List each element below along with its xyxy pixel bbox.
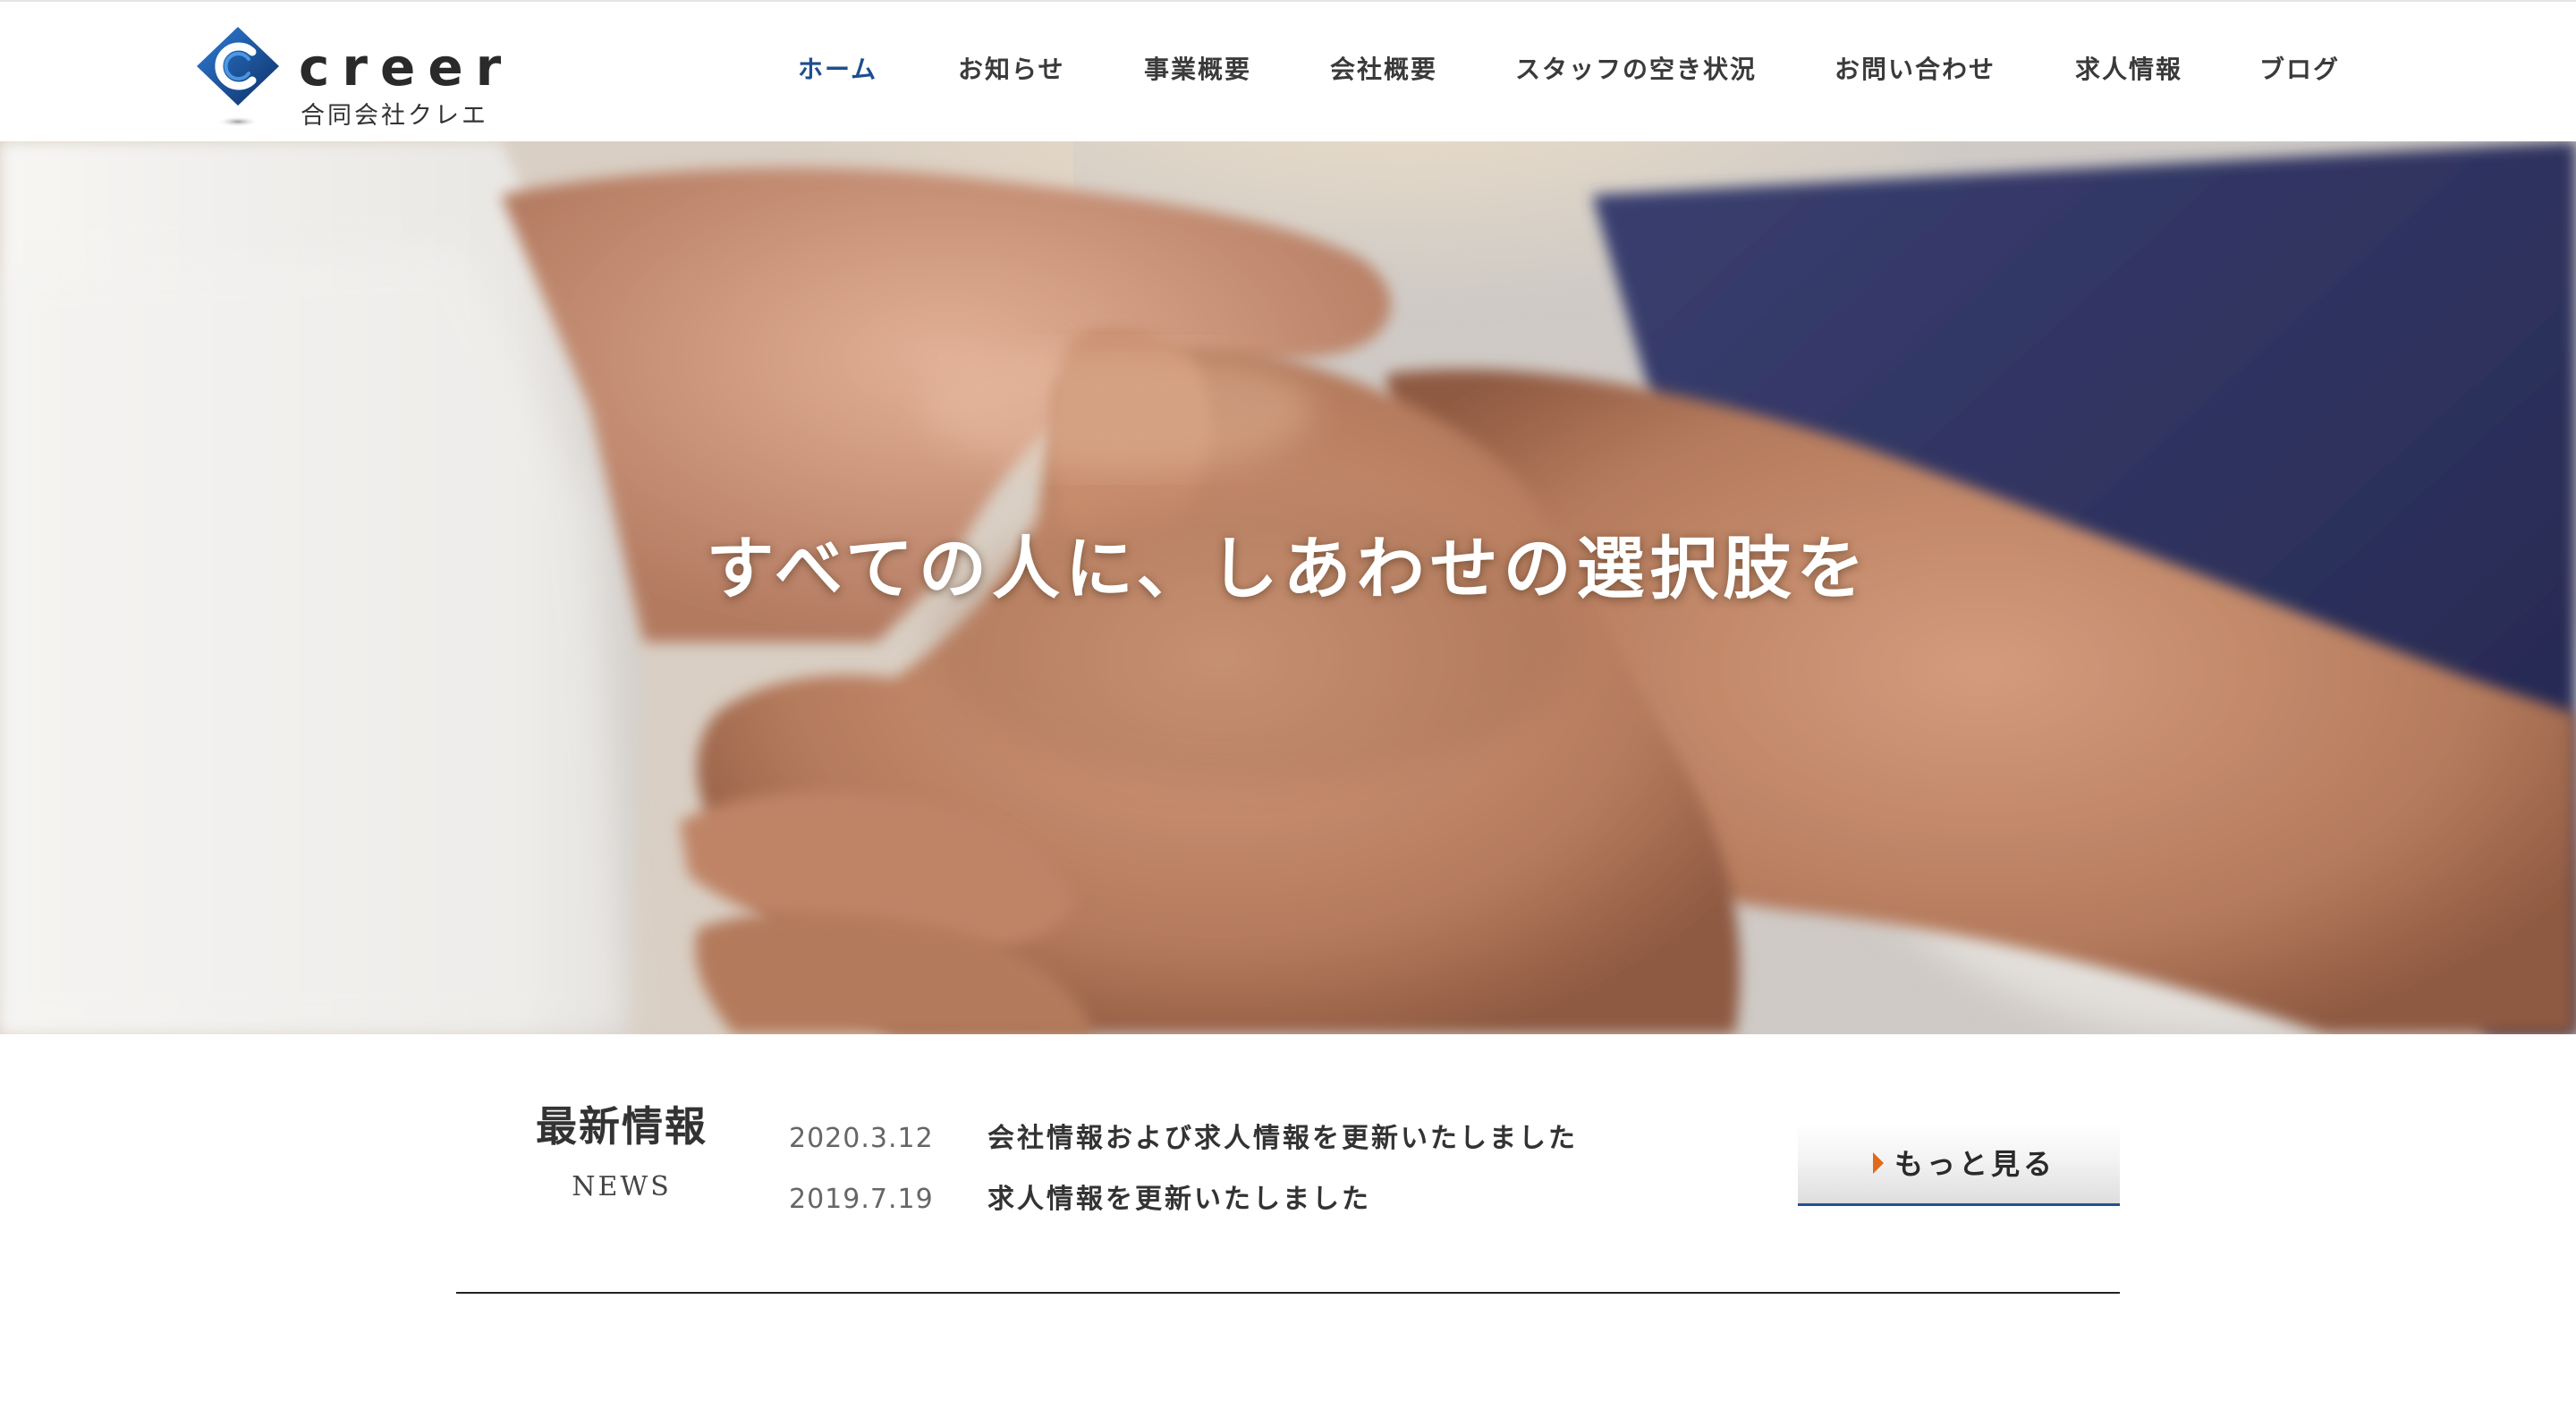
nav-item-home[interactable]: ホーム (798, 57, 877, 82)
nav-item-contact[interactable]: お問い合わせ (1835, 57, 1996, 82)
nav-item-recruit[interactable]: 求人情報 (2075, 57, 2182, 82)
more-news-label: もっと見る (1894, 1147, 2056, 1181)
nav-item-blog[interactable]: ブログ (2259, 57, 2340, 82)
logo-company-name: 合同会社クレエ (301, 102, 488, 130)
news-date: 2019.7.19 (789, 1184, 934, 1215)
news-subheading: NEWS (572, 1171, 672, 1202)
site-logo[interactable]: creer 合同会社クレエ (195, 25, 501, 132)
site-header: creer 合同会社クレエ ホーム お知らせ 事業概要 会社概要 スタッフの空き… (0, 0, 2576, 141)
hero-tagline: すべての人に、しあわせの選択肢を (706, 529, 1870, 608)
hero-banner: すべての人に、しあわせの選択肢を (0, 141, 2576, 1034)
news-title-link[interactable]: 求人情報を更新いたしました (987, 1186, 1371, 1213)
triangle-right-icon (1873, 1152, 1884, 1174)
news-section: 最新情報 NEWS 2020.3.12 会社情報および求人情報を更新いたしました… (456, 1034, 2120, 1294)
news-date: 2020.3.12 (789, 1123, 934, 1154)
news-title-link[interactable]: 会社情報および求人情報を更新いたしました (987, 1125, 1578, 1152)
nav-item-news[interactable]: お知らせ (958, 57, 1064, 82)
logo-wordmark: creer (299, 37, 514, 98)
nav-item-staff-availability[interactable]: スタッフの空き状況 (1515, 57, 1757, 82)
section-divider (456, 1292, 2120, 1294)
nav-item-business[interactable]: 事業概要 (1144, 57, 1251, 82)
nav-item-company[interactable]: 会社概要 (1330, 57, 1437, 82)
diamond-c-logo-icon (197, 27, 279, 127)
news-heading: 最新情報 (536, 1102, 708, 1151)
more-news-button[interactable]: もっと見る (1798, 1124, 2120, 1206)
